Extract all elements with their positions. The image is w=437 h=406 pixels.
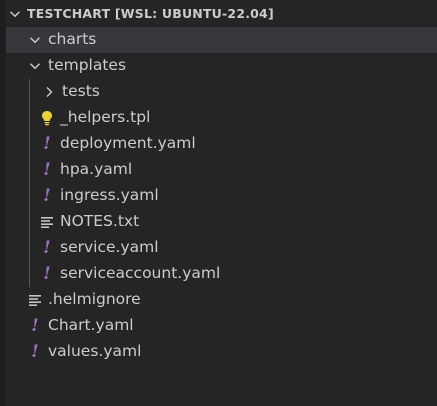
folder-label: charts [48,30,97,49]
indent-guide [29,79,30,105]
indent-guide [29,261,30,287]
yaml-file-icon: ! [31,341,39,362]
indent-guide [29,209,30,235]
tree-item-tests-folder[interactable]: tests [6,79,437,105]
indent-guide [29,183,30,209]
explorer-header[interactable]: TESTCHART [WSL: UBUNTU-22.04] [6,0,437,27]
tree-item-service-file[interactable]: ! service.yaml [6,235,437,261]
tree-item-ingress-file[interactable]: ! ingress.yaml [6,183,437,209]
file-label: deployment.yaml [60,134,196,153]
explorer-panel: TESTCHART [WSL: UBUNTU-22.04] charts tem… [0,0,437,406]
file-label: service.yaml [60,238,159,257]
tree-item-helpers-file[interactable]: _helpers.tpl [6,105,437,131]
tree-item-charts-folder[interactable]: charts [6,27,437,53]
yaml-file-icon: ! [43,185,51,206]
file-tree: charts templates tests _helpers.tpl ! de… [6,27,437,365]
indent-guide [29,131,30,157]
indent-guide [29,157,30,183]
workspace-title: TESTCHART [WSL: UBUNTU-22.04] [27,6,274,21]
file-label: NOTES.txt [60,212,140,231]
tree-item-templates-folder[interactable]: templates [6,53,437,79]
yaml-file-icon: ! [31,315,39,336]
tree-item-chart-file[interactable]: ! Chart.yaml [6,313,437,339]
file-label: Chart.yaml [48,316,134,335]
lightbulb-icon [38,108,56,128]
chevron-down-icon[interactable] [26,57,44,75]
folder-label: templates [48,56,127,75]
yaml-file-icon: ! [43,263,51,284]
yaml-file-icon: ! [43,133,51,154]
file-label: serviceaccount.yaml [60,264,221,283]
text-file-icon [26,290,44,310]
tree-item-notes-file[interactable]: NOTES.txt [6,209,437,235]
folder-label: tests [62,82,100,101]
file-label: _helpers.tpl [60,108,151,127]
tree-item-hpa-file[interactable]: ! hpa.yaml [6,157,437,183]
file-label: values.yaml [48,342,142,361]
indent-guide [29,105,30,131]
file-label: hpa.yaml [60,160,133,179]
tree-item-values-file[interactable]: ! values.yaml [6,339,437,365]
file-label: ingress.yaml [60,186,159,205]
chevron-down-icon[interactable] [26,31,44,49]
tree-item-serviceaccount-file[interactable]: ! serviceaccount.yaml [6,261,437,287]
chevron-down-icon[interactable] [7,6,23,22]
text-file-icon [38,212,56,232]
tree-item-deployment-file[interactable]: ! deployment.yaml [6,131,437,157]
chevron-right-icon[interactable] [40,83,58,101]
indent-guide [29,235,30,261]
yaml-file-icon: ! [43,237,51,258]
yaml-file-icon: ! [43,159,51,180]
file-label: .helmignore [48,290,141,309]
tree-item-helmignore-file[interactable]: .helmignore [6,287,437,313]
